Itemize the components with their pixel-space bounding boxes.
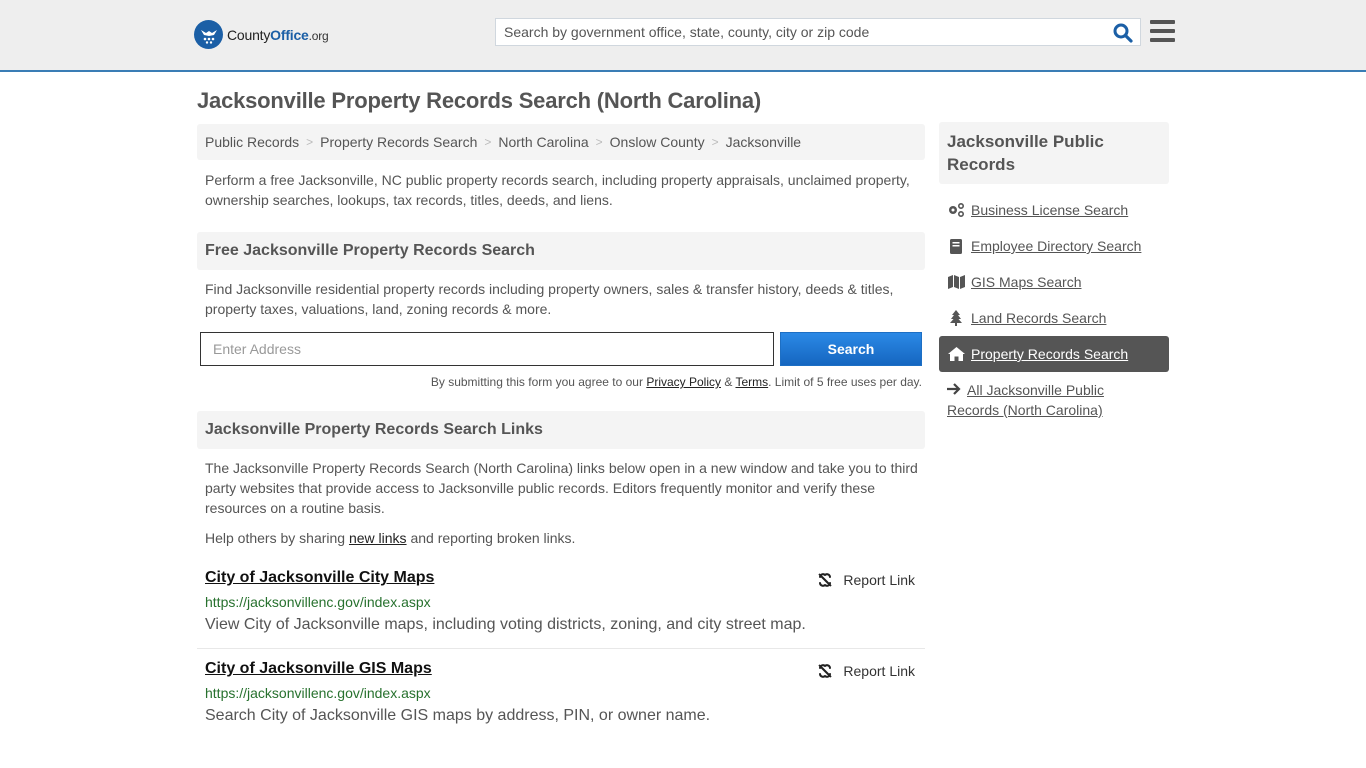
terms-link[interactable]: Terms (735, 375, 768, 389)
link-description: View City of Jacksonville maps, includin… (205, 616, 806, 633)
divider (197, 648, 925, 649)
gears-icon (947, 202, 965, 218)
breadcrumb: Public Records > Property Records Search… (197, 124, 925, 160)
sidebar-item-business-license[interactable]: Business License Search (939, 192, 1169, 228)
arrow-right-icon (947, 380, 967, 400)
free-search-heading: Free Jacksonville Property Records Searc… (197, 232, 925, 270)
report-link-button[interactable]: Report Link (816, 571, 915, 589)
breadcrumb-separator: > (484, 135, 492, 149)
breadcrumb-north-carolina[interactable]: North Carolina (498, 134, 588, 150)
eagle-logo-icon (194, 20, 223, 49)
privacy-policy-link[interactable]: Privacy Policy (646, 375, 721, 389)
form-disclaimer: By submitting this form you agree to our… (430, 375, 922, 389)
hamburger-menu-icon[interactable] (1150, 20, 1175, 42)
breadcrumb-public-records[interactable]: Public Records (205, 134, 299, 150)
links-section-description: The Jacksonville Property Records Search… (205, 460, 918, 516)
sidebar-item-land-records[interactable]: Land Records Search (939, 300, 1169, 336)
free-search-description: Find Jacksonville residential property r… (205, 281, 894, 317)
tree-icon (947, 310, 965, 326)
search-icon[interactable] (1112, 22, 1134, 44)
site-search-input[interactable] (496, 19, 1096, 45)
address-input[interactable] (200, 332, 774, 366)
site-header: CountyOffice.org (0, 0, 1366, 72)
search-button[interactable]: Search (780, 332, 922, 366)
sidebar-item-gis-maps[interactable]: GIS Maps Search (939, 264, 1169, 300)
map-icon (947, 274, 965, 290)
intro-text: Perform a free Jacksonville, NC public p… (205, 172, 910, 208)
breadcrumb-jacksonville[interactable]: Jacksonville (726, 134, 801, 150)
link-description: Search City of Jacksonville GIS maps by … (205, 707, 711, 724)
new-links-link[interactable]: new links (349, 530, 407, 546)
page-title: Jacksonville Property Records Search (No… (197, 88, 762, 113)
logo-link[interactable]: CountyOffice.org (194, 20, 329, 49)
link-title[interactable]: City of Jacksonville City Maps (205, 569, 434, 587)
breadcrumb-property-records-search[interactable]: Property Records Search (320, 134, 477, 150)
breadcrumb-onslow-county[interactable]: Onslow County (610, 134, 705, 150)
report-link-button[interactable]: Report Link (816, 662, 915, 680)
sidebar-item-employee-directory[interactable]: Employee Directory Search (939, 228, 1169, 264)
book-icon (947, 238, 965, 254)
link-title[interactable]: City of Jacksonville GIS Maps (205, 660, 432, 678)
links-section-heading: Jacksonville Property Records Search Lin… (197, 411, 925, 449)
home-icon (947, 346, 965, 362)
broken-link-icon (818, 573, 833, 587)
sidebar-heading: Jacksonville Public Records (939, 122, 1169, 184)
breadcrumb-separator: > (595, 135, 603, 149)
breadcrumb-separator: > (306, 135, 314, 149)
logo-text: CountyOffice.org (227, 26, 329, 43)
link-url: https://jacksonvillenc.gov/index.aspx (205, 685, 431, 701)
broken-link-icon (818, 664, 833, 678)
site-search-box (495, 18, 1141, 46)
breadcrumb-separator: > (711, 135, 719, 149)
help-text: Help others by sharing new links and rep… (205, 530, 576, 546)
sidebar-all-records-link[interactable]: All Jacksonville Public Records (North C… (947, 380, 1147, 420)
link-url: https://jacksonvillenc.gov/index.aspx (205, 594, 431, 610)
sidebar-item-property-records[interactable]: Property Records Search (939, 336, 1169, 372)
